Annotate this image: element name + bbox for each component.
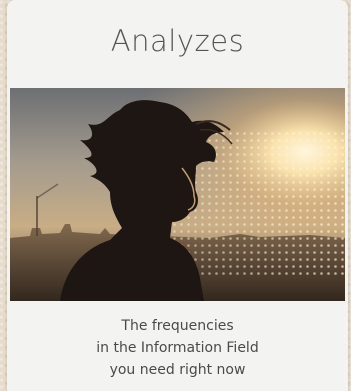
card-caption: The frequencies in the Information Field… <box>7 315 348 381</box>
woman-silhouette-sunset-image-graphic <box>10 88 345 301</box>
woman-silhouette-sunset-image <box>10 88 345 301</box>
caption-line: you need right now <box>109 362 246 378</box>
card-title: Analyzes <box>110 24 245 58</box>
caption-line: in the Information Field <box>96 340 259 356</box>
caption-line: The frequencies <box>121 318 234 334</box>
feature-card[interactable]: Analyzes The frequencies in the Informat… <box>7 0 348 391</box>
